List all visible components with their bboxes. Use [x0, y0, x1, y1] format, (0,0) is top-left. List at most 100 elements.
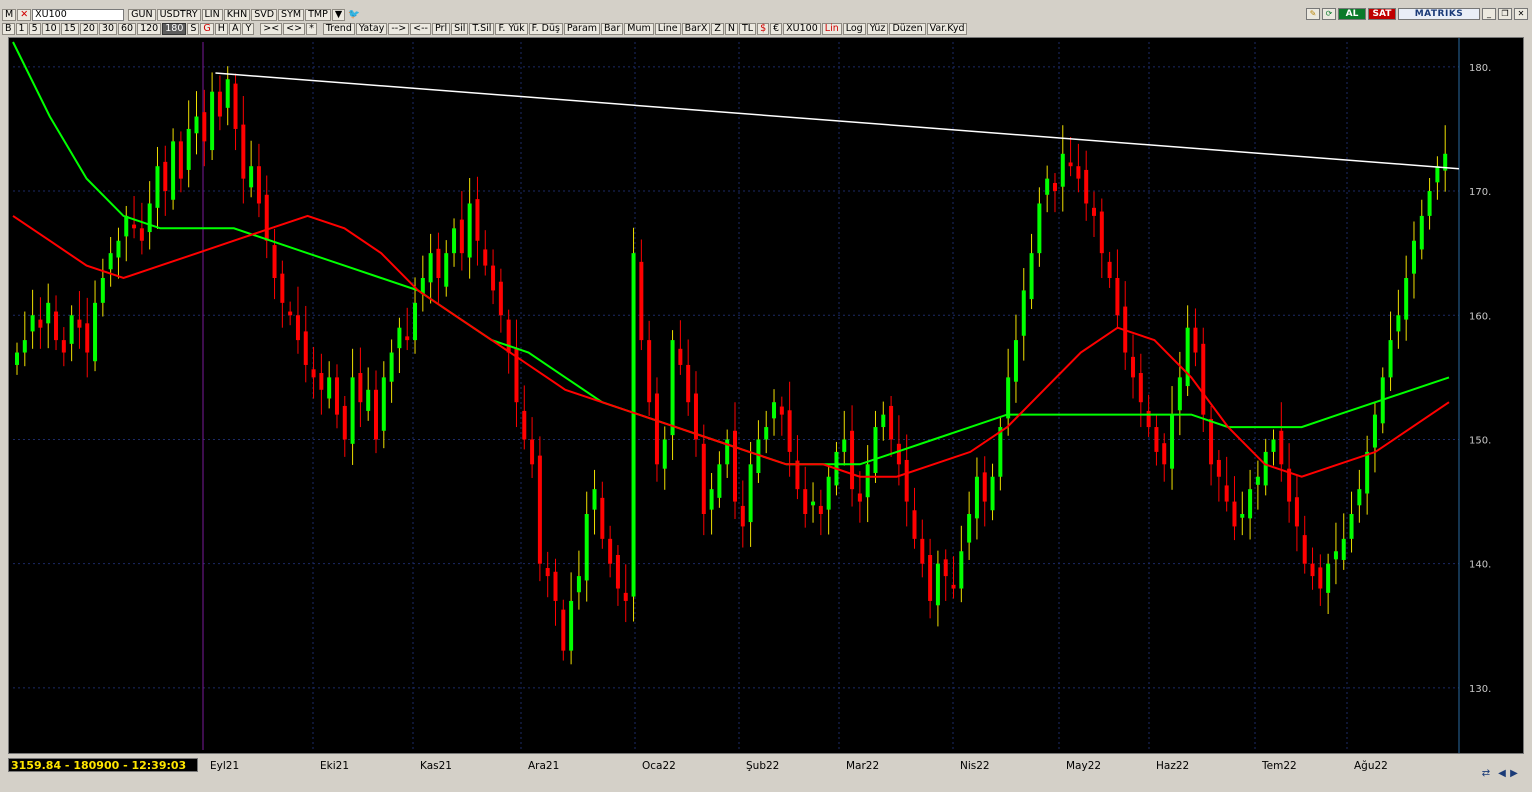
nav-button-0[interactable]: ><: [260, 22, 283, 35]
nav-button-1[interactable]: <>: [283, 22, 306, 35]
price-chart[interactable]: 130. 140. 150. 160. 170. 180.: [8, 37, 1524, 754]
period-button-11[interactable]: G: [200, 22, 214, 35]
period-button-6[interactable]: 30: [98, 22, 117, 35]
tool-button-3[interactable]: <--: [410, 22, 431, 35]
buy-button[interactable]: AL: [1338, 8, 1366, 20]
tool-button-12[interactable]: Line: [654, 22, 681, 35]
tool-button-5[interactable]: Sil: [451, 22, 469, 35]
period-button-2[interactable]: 5: [28, 22, 41, 35]
candle-body: [654, 393, 659, 465]
symbol-input[interactable]: XU100: [32, 8, 125, 21]
period-button-9[interactable]: 180: [162, 22, 187, 35]
candle-body: [1185, 327, 1190, 387]
candle-body: [592, 489, 597, 510]
tool-button-6[interactable]: T.Sil: [469, 22, 495, 35]
candle-body: [920, 538, 925, 564]
candle-body: [1411, 240, 1416, 274]
period-button-0[interactable]: B: [2, 22, 15, 35]
period-button-7[interactable]: 60: [118, 22, 137, 35]
candle-body: [1131, 356, 1136, 378]
refresh-icon[interactable]: ⟳: [1322, 8, 1336, 20]
candle-body: [381, 377, 386, 431]
tool-button-11[interactable]: Mum: [624, 22, 654, 35]
candle-body: [530, 439, 535, 465]
y-tick-label: 140.: [1469, 560, 1491, 571]
dropdown-icon[interactable]: ▼: [331, 8, 346, 21]
tool-button-15[interactable]: N: [724, 22, 738, 35]
x-tick-label: Nis22: [960, 760, 990, 772]
toolbar-button-sym[interactable]: SYM: [278, 8, 305, 21]
candle-body: [436, 248, 441, 278]
tool-button-24[interactable]: Var.Kyd: [926, 22, 968, 35]
candle-body: [303, 331, 308, 365]
scroll-left-icon[interactable]: ◀: [1496, 768, 1508, 780]
candle-body: [1326, 563, 1331, 593]
toolbar-button-tmp[interactable]: TMP: [305, 8, 331, 21]
period-button-1[interactable]: 1: [15, 22, 28, 35]
candle-body: [569, 600, 574, 651]
candle-body: [163, 161, 168, 192]
toolbar-button-gun[interactable]: GUN: [128, 8, 156, 21]
toolbar-button-usdtry[interactable]: USDTRY: [156, 8, 201, 21]
candle-body: [132, 224, 137, 229]
maximize-icon[interactable]: ❐: [1498, 8, 1512, 20]
period-button-8[interactable]: 120: [137, 22, 162, 35]
close-icon[interactable]: ✕: [17, 8, 32, 21]
candle-body: [1271, 439, 1276, 452]
period-button-13[interactable]: A: [228, 22, 242, 35]
trend-line: [215, 72, 1460, 170]
tool-button-13[interactable]: BarX: [681, 22, 711, 35]
candle-body: [342, 405, 347, 440]
candle-body: [428, 253, 433, 283]
tool-button-23[interactable]: Düzen: [889, 22, 926, 35]
tool-button-7[interactable]: F. Yük: [495, 22, 528, 35]
nav-button-2[interactable]: *: [306, 22, 317, 35]
tool-button-20[interactable]: Lin: [821, 22, 842, 35]
period-button-5[interactable]: 20: [79, 22, 98, 35]
period-button-12[interactable]: H: [214, 22, 228, 35]
toolbar-button-khn[interactable]: KHN: [223, 8, 251, 21]
candle-body: [615, 554, 620, 589]
candle-body: [225, 79, 230, 108]
toolbar-button-lin[interactable]: LIN: [201, 8, 223, 21]
tool-button-17[interactable]: $: [757, 22, 770, 35]
candle-body: [1021, 290, 1026, 336]
tool-button-16[interactable]: TL: [738, 22, 757, 35]
candle-body: [54, 311, 59, 341]
menu-button[interactable]: M: [2, 8, 17, 21]
tool-button-2[interactable]: -->: [388, 22, 410, 35]
candle-body: [108, 253, 113, 270]
y-tick-label: 150.: [1469, 435, 1491, 446]
window-close-icon[interactable]: ✕: [1514, 8, 1528, 20]
sell-button[interactable]: SAT: [1368, 8, 1396, 20]
scroll-right-icon[interactable]: ▶: [1508, 768, 1520, 780]
period-button-14[interactable]: Y: [242, 22, 255, 35]
tool-button-22[interactable]: Yüz: [866, 22, 889, 35]
tool-button-0[interactable]: Trend: [322, 22, 355, 35]
scroll-sync-icon[interactable]: ⇄: [1480, 768, 1492, 780]
tool-button-19[interactable]: XU100: [783, 22, 821, 35]
candle-body: [803, 489, 808, 514]
twitter-icon[interactable]: 🐦: [346, 9, 362, 21]
minimize-icon[interactable]: _: [1482, 8, 1496, 20]
candle-body: [358, 373, 363, 403]
period-button-10[interactable]: S: [187, 22, 200, 35]
period-button-4[interactable]: 15: [60, 22, 79, 35]
candle-body: [740, 505, 745, 527]
tool-button-21[interactable]: Log: [842, 22, 866, 35]
tool-button-18[interactable]: €: [770, 22, 783, 35]
ma-short-line: [12, 214, 1450, 478]
tool-button-14[interactable]: Z: [711, 22, 724, 35]
period-button-3[interactable]: 10: [41, 22, 60, 35]
x-tick-label: Eyl21: [210, 760, 240, 772]
tool-button-1[interactable]: Yatay: [355, 22, 388, 35]
toolbar-button-svd[interactable]: SVD: [251, 8, 278, 21]
tool-button-8[interactable]: F. Düş: [528, 22, 563, 35]
candle-body: [288, 311, 293, 316]
tool-button-9[interactable]: Param: [563, 22, 601, 35]
candle-body: [818, 505, 823, 514]
tool-button-10[interactable]: Bar: [601, 22, 624, 35]
tool-button-4[interactable]: Prl: [432, 22, 451, 35]
pencil-icon[interactable]: ✎: [1306, 8, 1320, 20]
brand-logo: MATRIKS: [1398, 8, 1480, 20]
